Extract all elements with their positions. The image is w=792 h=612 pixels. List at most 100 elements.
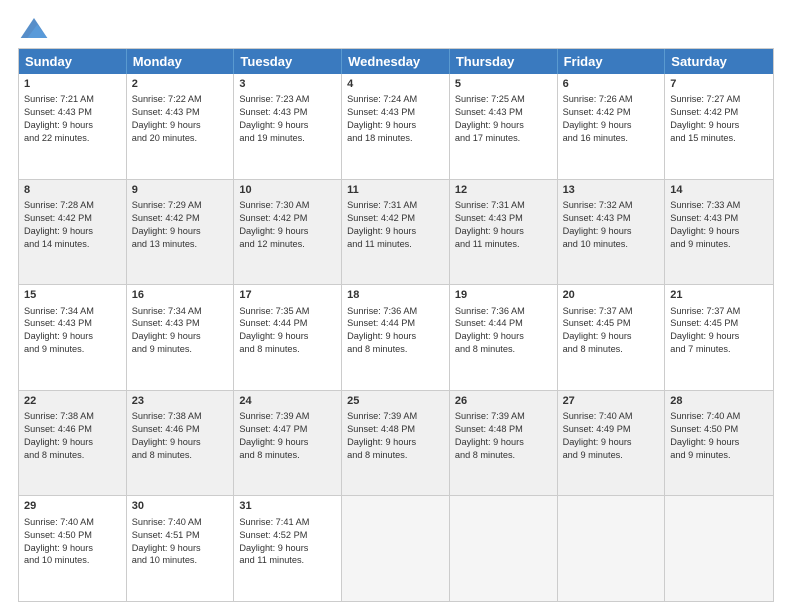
calendar-cell: 1Sunrise: 7:21 AMSunset: 4:43 PMDaylight… [19, 74, 127, 179]
day-info-line: Sunrise: 7:37 AM [670, 305, 768, 318]
day-number: 24 [239, 394, 336, 409]
day-number: 23 [132, 394, 229, 409]
day-info-line: Sunrise: 7:23 AM [239, 93, 336, 106]
day-info-line: Sunrise: 7:31 AM [347, 199, 444, 212]
day-number: 3 [239, 77, 336, 92]
calendar-body: 1Sunrise: 7:21 AMSunset: 4:43 PMDaylight… [19, 74, 773, 601]
calendar-header-day: Saturday [665, 49, 773, 74]
day-info-line: Daylight: 9 hours [347, 225, 444, 238]
day-info-line: Sunset: 4:46 PM [132, 423, 229, 436]
calendar-cell: 18Sunrise: 7:36 AMSunset: 4:44 PMDayligh… [342, 285, 450, 390]
day-info-line: Sunrise: 7:24 AM [347, 93, 444, 106]
day-info-line: Sunrise: 7:29 AM [132, 199, 229, 212]
calendar-cell: 4Sunrise: 7:24 AMSunset: 4:43 PMDaylight… [342, 74, 450, 179]
day-info-line: Daylight: 9 hours [455, 436, 552, 449]
calendar-cell: 12Sunrise: 7:31 AMSunset: 4:43 PMDayligh… [450, 180, 558, 285]
day-info-line: Sunrise: 7:22 AM [132, 93, 229, 106]
day-number: 27 [563, 394, 660, 409]
day-info-line: Daylight: 9 hours [24, 119, 121, 132]
day-info-line: Sunset: 4:51 PM [132, 529, 229, 542]
calendar-header-day: Sunday [19, 49, 127, 74]
calendar: SundayMondayTuesdayWednesdayThursdayFrid… [18, 48, 774, 602]
day-info-line: Daylight: 9 hours [239, 225, 336, 238]
day-info-line: Sunset: 4:43 PM [24, 317, 121, 330]
day-info-line: Sunrise: 7:32 AM [563, 199, 660, 212]
day-number: 11 [347, 183, 444, 198]
day-info-line: Sunrise: 7:39 AM [455, 410, 552, 423]
day-info-line: and 14 minutes. [24, 238, 121, 251]
day-info-line: Daylight: 9 hours [24, 330, 121, 343]
day-info-line: Sunset: 4:43 PM [132, 106, 229, 119]
calendar-cell: 26Sunrise: 7:39 AMSunset: 4:48 PMDayligh… [450, 391, 558, 496]
day-number: 10 [239, 183, 336, 198]
day-info-line: Sunrise: 7:35 AM [239, 305, 336, 318]
day-info-line: Sunrise: 7:28 AM [24, 199, 121, 212]
day-info-line: Sunset: 4:43 PM [455, 106, 552, 119]
calendar-cell: 3Sunrise: 7:23 AMSunset: 4:43 PMDaylight… [234, 74, 342, 179]
day-info-line: Sunrise: 7:27 AM [670, 93, 768, 106]
day-info-line: and 9 minutes. [132, 343, 229, 356]
day-info-line: Daylight: 9 hours [455, 119, 552, 132]
day-info-line: Sunset: 4:48 PM [455, 423, 552, 436]
day-info-line: Daylight: 9 hours [563, 436, 660, 449]
logo [18, 18, 52, 38]
day-info-line: Daylight: 9 hours [132, 542, 229, 555]
calendar-cell: 5Sunrise: 7:25 AMSunset: 4:43 PMDaylight… [450, 74, 558, 179]
day-number: 8 [24, 183, 121, 198]
day-number: 4 [347, 77, 444, 92]
day-info-line: Sunrise: 7:21 AM [24, 93, 121, 106]
day-info-line: Sunset: 4:42 PM [670, 106, 768, 119]
day-info-line: Daylight: 9 hours [670, 119, 768, 132]
day-info-line: and 8 minutes. [239, 343, 336, 356]
day-info-line: Sunset: 4:43 PM [563, 212, 660, 225]
calendar-header: SundayMondayTuesdayWednesdayThursdayFrid… [19, 49, 773, 74]
day-number: 18 [347, 288, 444, 303]
calendar-cell: 29Sunrise: 7:40 AMSunset: 4:50 PMDayligh… [19, 496, 127, 601]
day-info-line: Sunrise: 7:37 AM [563, 305, 660, 318]
day-info-line: Sunset: 4:43 PM [347, 106, 444, 119]
day-info-line: Daylight: 9 hours [563, 330, 660, 343]
calendar-cell [342, 496, 450, 601]
day-info-line: Sunset: 4:42 PM [239, 212, 336, 225]
calendar-cell [450, 496, 558, 601]
calendar-cell [665, 496, 773, 601]
day-info-line: Sunset: 4:50 PM [24, 529, 121, 542]
calendar-cell: 20Sunrise: 7:37 AMSunset: 4:45 PMDayligh… [558, 285, 666, 390]
day-info-line: Sunset: 4:44 PM [347, 317, 444, 330]
calendar-cell: 7Sunrise: 7:27 AMSunset: 4:42 PMDaylight… [665, 74, 773, 179]
day-info-line: Sunrise: 7:34 AM [24, 305, 121, 318]
logo-icon [20, 18, 48, 38]
day-number: 13 [563, 183, 660, 198]
day-info-line: Sunset: 4:47 PM [239, 423, 336, 436]
day-info-line: Sunrise: 7:33 AM [670, 199, 768, 212]
day-info-line: and 16 minutes. [563, 132, 660, 145]
day-info-line: Daylight: 9 hours [670, 225, 768, 238]
day-info-line: Daylight: 9 hours [239, 330, 336, 343]
day-number: 26 [455, 394, 552, 409]
calendar-header-day: Wednesday [342, 49, 450, 74]
day-info-line: Sunrise: 7:40 AM [670, 410, 768, 423]
day-info-line: and 8 minutes. [347, 449, 444, 462]
day-info-line: and 7 minutes. [670, 343, 768, 356]
page: SundayMondayTuesdayWednesdayThursdayFrid… [0, 0, 792, 612]
calendar-cell: 30Sunrise: 7:40 AMSunset: 4:51 PMDayligh… [127, 496, 235, 601]
calendar-cell: 16Sunrise: 7:34 AMSunset: 4:43 PMDayligh… [127, 285, 235, 390]
day-info-line: and 19 minutes. [239, 132, 336, 145]
day-info-line: Sunrise: 7:38 AM [132, 410, 229, 423]
day-info-line: and 20 minutes. [132, 132, 229, 145]
calendar-cell: 9Sunrise: 7:29 AMSunset: 4:42 PMDaylight… [127, 180, 235, 285]
header [18, 18, 774, 38]
day-info-line: Sunset: 4:45 PM [670, 317, 768, 330]
day-number: 2 [132, 77, 229, 92]
day-info-line: and 10 minutes. [563, 238, 660, 251]
day-info-line: and 8 minutes. [132, 449, 229, 462]
day-info-line: Sunset: 4:42 PM [132, 212, 229, 225]
day-info-line: and 9 minutes. [670, 238, 768, 251]
day-info-line: Daylight: 9 hours [132, 225, 229, 238]
day-number: 21 [670, 288, 768, 303]
day-info-line: Sunrise: 7:25 AM [455, 93, 552, 106]
day-info-line: Sunrise: 7:40 AM [24, 516, 121, 529]
day-info-line: Sunset: 4:49 PM [563, 423, 660, 436]
calendar-row: 1Sunrise: 7:21 AMSunset: 4:43 PMDaylight… [19, 74, 773, 179]
day-info-line: Sunset: 4:43 PM [24, 106, 121, 119]
